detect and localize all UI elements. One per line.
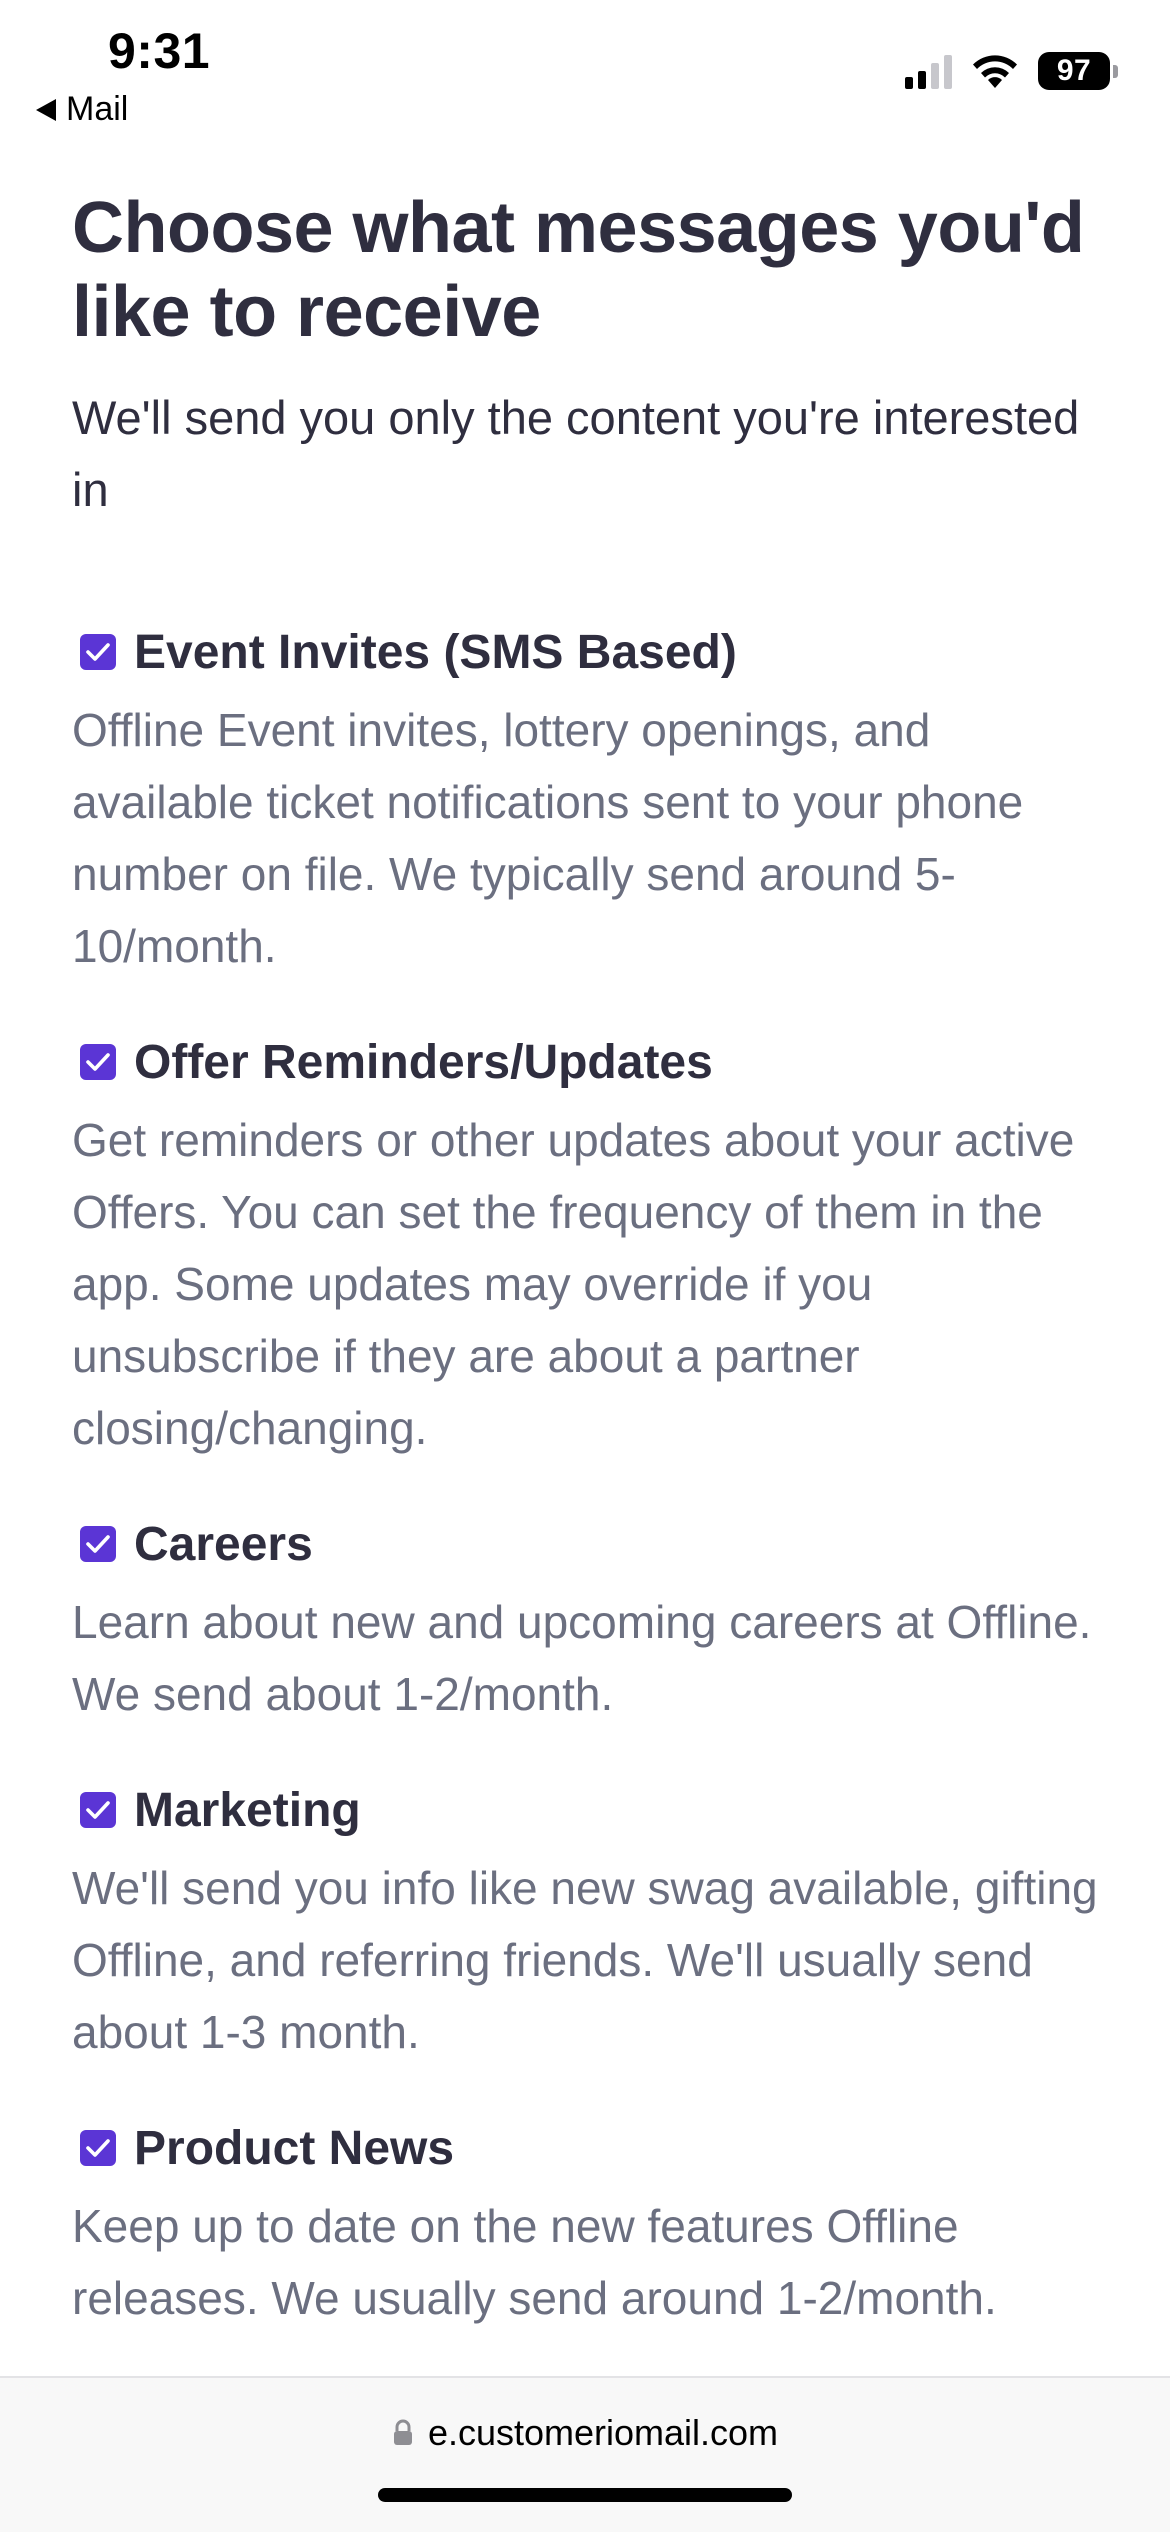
preference-header: Product News <box>72 2118 1102 2178</box>
signal-bar <box>918 71 926 89</box>
preference-title: Event Invites (SMS Based) <box>134 625 737 679</box>
preference-title: Product News <box>134 2121 455 2175</box>
checkmark-icon <box>86 643 110 661</box>
preference-list: Event Invites (SMS Based) Offline Event … <box>72 622 1102 2334</box>
preference-header: Event Invites (SMS Based) <box>72 622 1102 682</box>
preference-header: Careers <box>72 1514 1102 1574</box>
careers-checkbox[interactable] <box>80 1526 116 1562</box>
lock-icon <box>393 2419 412 2445</box>
preference-marketing: Marketing We'll send you info like new s… <box>72 1780 1102 2068</box>
preference-product-news: Product News Keep up to date on the new … <box>72 2118 1102 2334</box>
checkmark-icon <box>86 1801 110 1819</box>
preference-description: Keep up to date on the new features Offl… <box>72 2200 997 2324</box>
browser-url-bar: e.customeriomail.com <box>0 2376 1170 2532</box>
preference-description: We'll send you info like new swag availa… <box>72 1862 1098 2058</box>
back-to-mail-button[interactable]: Mail <box>36 90 128 129</box>
preference-description: Learn about new and upcoming careers at … <box>72 1596 1092 1720</box>
cellular-signal-icon <box>905 53 952 89</box>
signal-bar <box>931 63 939 89</box>
preference-header: Marketing <box>72 1780 1102 1840</box>
preference-title: Marketing <box>134 1783 361 1837</box>
battery-level: 97 <box>1038 52 1110 90</box>
screen: 9:31 Mail 97 Choose what messages you'd … <box>0 0 1170 2532</box>
checkmark-icon <box>86 1053 110 1071</box>
signal-bar <box>905 77 913 89</box>
back-app-label: Mail <box>66 90 129 128</box>
checkmark-icon <box>86 2139 110 2157</box>
page-title: Choose what messages you'd like to recei… <box>72 188 1085 352</box>
preference-title: Offer Reminders/Updates <box>134 1035 713 1089</box>
status-time: 9:31 <box>108 23 211 79</box>
preference-careers: Careers Learn about new and upcoming car… <box>72 1514 1102 1730</box>
home-indicator[interactable] <box>378 2488 792 2502</box>
status-icons: 97 <box>905 52 1118 90</box>
status-bar: 9:31 Mail 97 <box>0 0 1170 140</box>
preference-description: Get reminders or other updates about you… <box>72 1114 1075 1454</box>
event-invites-checkbox[interactable] <box>80 634 116 670</box>
back-triangle-icon <box>36 98 56 121</box>
product-news-checkbox[interactable] <box>80 2130 116 2166</box>
preference-description: Offline Event invites, lottery openings,… <box>72 704 1024 972</box>
battery-icon: 97 <box>1038 52 1118 90</box>
battery-cap <box>1113 64 1118 78</box>
url-text: e.customeriomail.com <box>427 2412 779 2453</box>
checkmark-icon <box>86 1535 110 1553</box>
main-content: Choose what messages you'd like to recei… <box>72 186 1102 2334</box>
preference-event-invites: Event Invites (SMS Based) Offline Event … <box>72 622 1102 982</box>
signal-bar <box>944 55 952 89</box>
preference-header: Offer Reminders/Updates <box>72 1032 1102 1092</box>
preference-offer-reminders: Offer Reminders/Updates Get reminders or… <box>72 1032 1102 1464</box>
marketing-checkbox[interactable] <box>80 1792 116 1828</box>
offer-reminders-checkbox[interactable] <box>80 1044 116 1080</box>
wifi-icon <box>970 52 1020 90</box>
url-field[interactable]: e.customeriomail.com <box>0 2412 1170 2454</box>
preference-title: Careers <box>134 1517 313 1571</box>
page-subtitle: We'll send you only the content you're i… <box>72 391 1080 516</box>
